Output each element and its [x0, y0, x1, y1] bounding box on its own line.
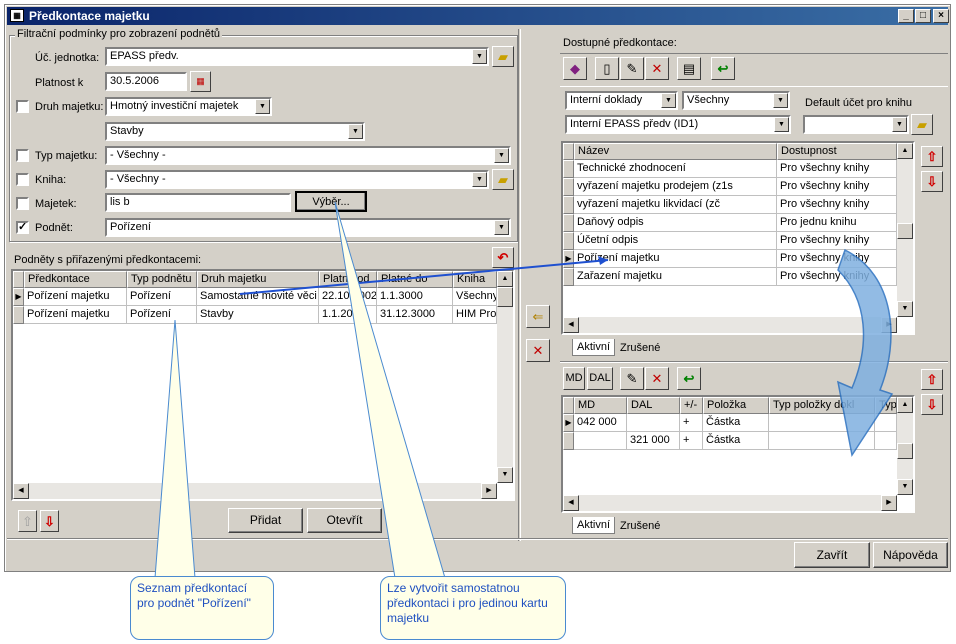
callout-left: Seznam předkontací pro podnět "Pořízení" [130, 576, 274, 640]
callout-pointer-icon [154, 319, 196, 579]
arrow-head-icon [598, 256, 608, 265]
annotation-overlay [154, 201, 894, 579]
callout-pointer-icon [334, 201, 446, 579]
curved-arrow-icon [836, 248, 894, 457]
callout-right: Lze vytvořit samostatnou předkontaci i p… [380, 576, 566, 640]
connector-line [239, 259, 609, 295]
